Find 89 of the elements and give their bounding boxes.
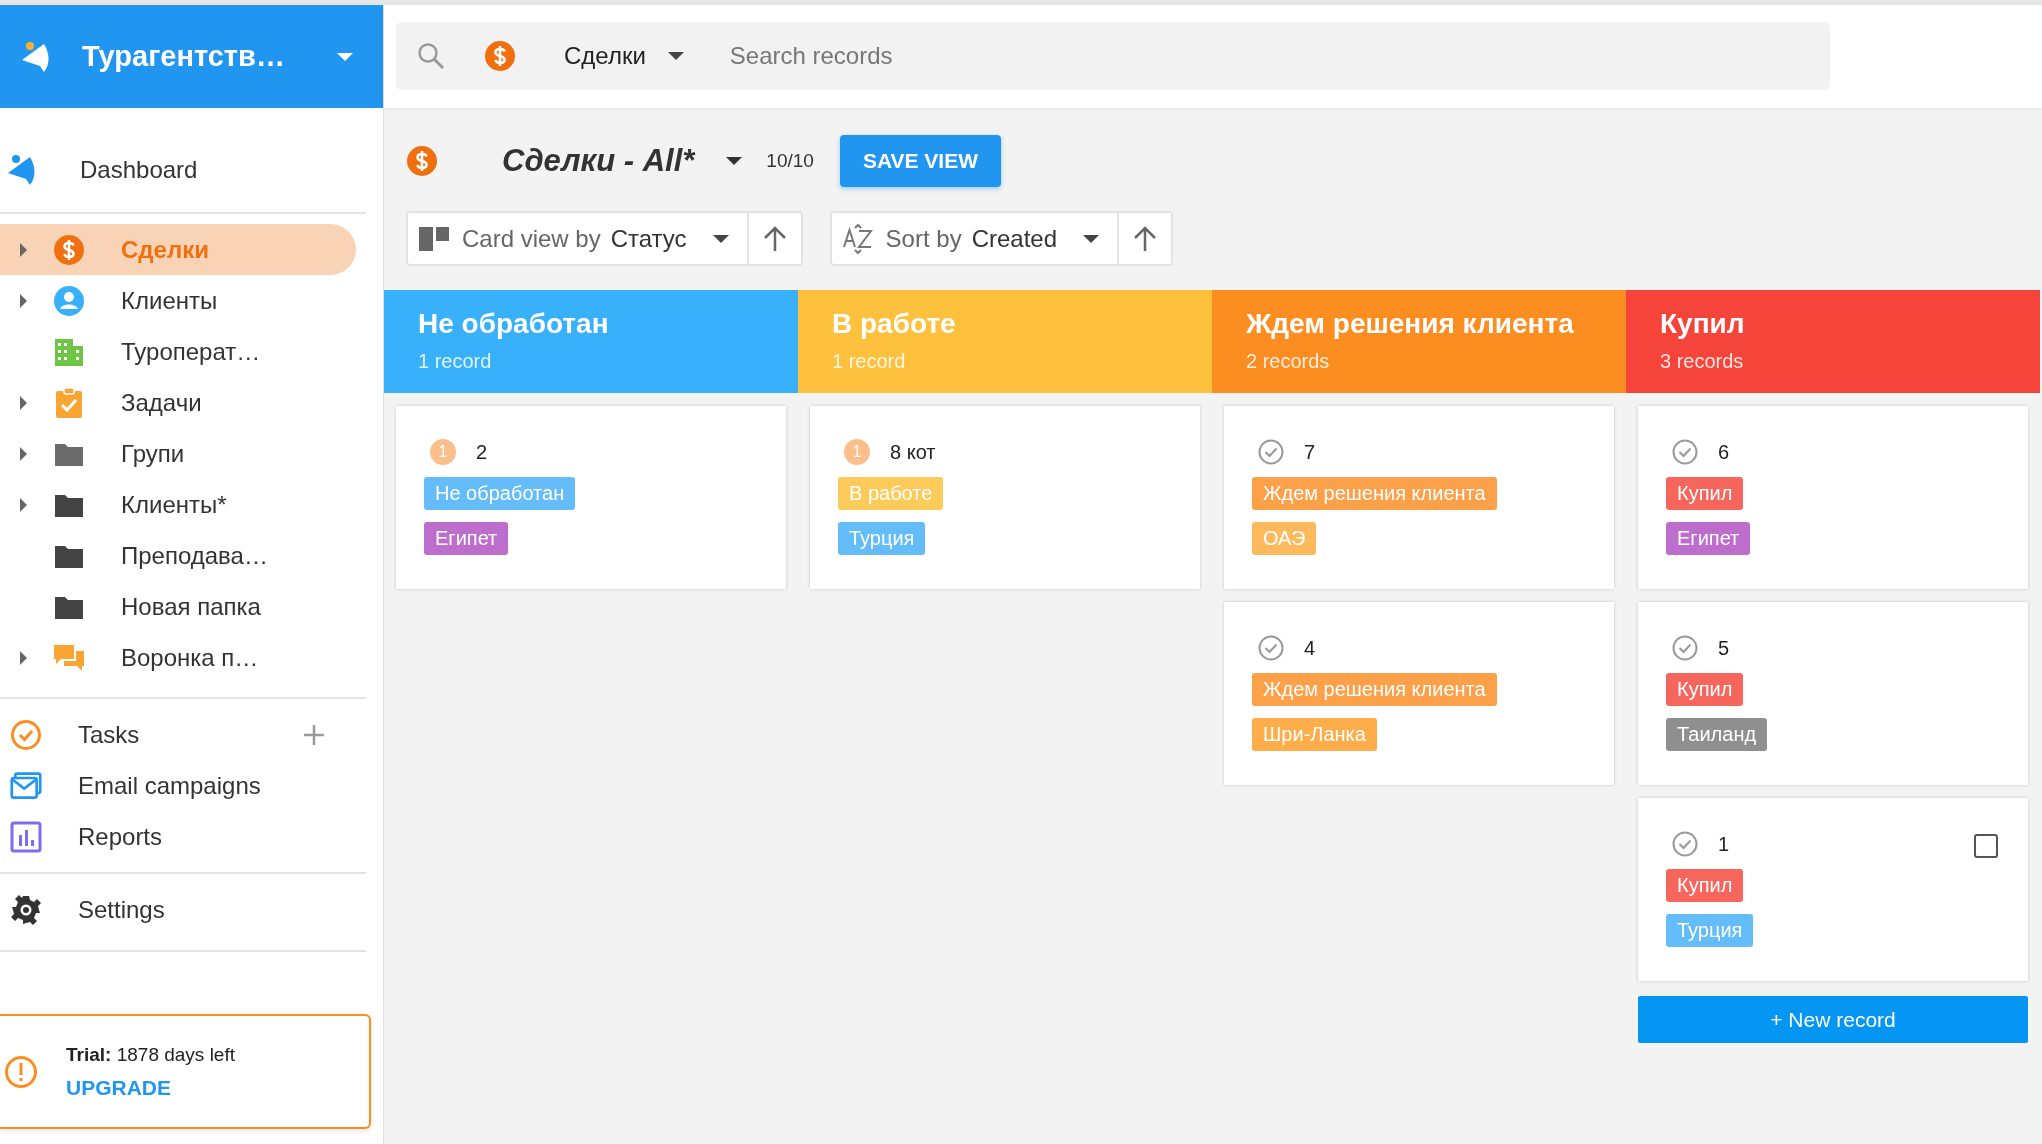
entity-dropdown[interactable]: Сделки xyxy=(484,40,684,72)
check-circle-icon xyxy=(1258,635,1284,661)
workspace-title: Турагентств… xyxy=(82,40,286,73)
record-card[interactable]: 7 Ждем решения клиента ОАЭ xyxy=(1224,406,1614,589)
card-title: 4 xyxy=(1304,636,1316,660)
sidebar-link[interactable]: Tasks xyxy=(78,720,302,749)
up-arrow-icon xyxy=(1132,224,1158,253)
sidebar-item[interactable]: Клиенты* xyxy=(0,479,356,530)
tag: Турция xyxy=(1666,914,1754,947)
card-title: 8 кот xyxy=(890,440,936,464)
tag: Купил xyxy=(1666,477,1744,510)
check-circle-icon xyxy=(10,718,42,751)
check-circle-icon xyxy=(1672,439,1698,465)
tag: Таиланд xyxy=(1666,718,1768,751)
sidebar-item[interactable]: Преподава… xyxy=(0,530,356,581)
check-circle-icon xyxy=(1258,439,1284,465)
priority-badge: 1 xyxy=(844,439,870,465)
tag: Шри-Ланка xyxy=(1252,718,1377,751)
column-title: Не обработан xyxy=(418,308,610,340)
dollar-icon xyxy=(484,40,516,72)
view-title: Сделки - All* xyxy=(502,143,695,179)
sidebar-link[interactable]: Reports xyxy=(78,822,366,851)
sort-icon xyxy=(841,222,874,255)
clipboard-check-icon xyxy=(53,386,85,419)
settings-link[interactable]: Settings xyxy=(78,895,366,924)
caret-icon xyxy=(667,52,684,60)
dashboard-link[interactable]: Dashboard xyxy=(80,156,198,184)
tag: Ждем решения клиента xyxy=(1252,673,1497,706)
expand-arrow-icon[interactable] xyxy=(20,497,27,512)
tag: Египет xyxy=(1666,522,1751,555)
caret-icon[interactable] xyxy=(726,157,743,165)
column-count: 2 records xyxy=(1246,350,1331,373)
tag: Не обработан xyxy=(424,477,576,510)
dollar-icon xyxy=(406,145,438,177)
search-field[interactable]: Сделки Search records xyxy=(396,22,1830,90)
plus-icon[interactable] xyxy=(302,722,326,747)
mail-icon xyxy=(10,769,42,802)
priority-badge: 1 xyxy=(430,439,456,465)
warning-icon xyxy=(4,1054,38,1089)
card-title: 5 xyxy=(1718,636,1730,660)
card-title: 6 xyxy=(1718,440,1730,464)
expand-arrow-icon[interactable] xyxy=(20,395,27,410)
card-title: 7 xyxy=(1304,440,1316,464)
tag: В работе xyxy=(838,477,944,510)
sidebar-item[interactable]: Клиенты xyxy=(0,275,356,326)
caret-icon xyxy=(712,234,729,243)
tag: Турция xyxy=(838,522,926,555)
record-card[interactable]: 1 Купил Турция xyxy=(1638,798,2028,981)
record-card[interactable]: 1 2 Не обработан Египет xyxy=(396,406,786,589)
sidebar-item[interactable]: Новая папка xyxy=(0,581,356,632)
check-circle-icon xyxy=(1672,635,1698,661)
tag: Купил xyxy=(1666,869,1744,902)
column-count: 1 record xyxy=(832,350,907,373)
caret-icon xyxy=(337,52,353,61)
card-view-icon xyxy=(418,224,450,253)
dollar-icon xyxy=(53,233,85,266)
sidebar-item[interactable]: Туроперат… xyxy=(0,326,356,377)
check-circle-icon xyxy=(1672,831,1698,857)
sidebar-link[interactable]: Email campaigns xyxy=(78,771,366,800)
card-title: 1 xyxy=(1718,832,1730,856)
trial-text: Trial: 1878 days left xyxy=(66,1043,235,1066)
bar-chart-icon xyxy=(10,820,42,853)
caret-icon xyxy=(1083,234,1099,243)
person-icon xyxy=(53,284,85,317)
column-title: Ждем решения клиента xyxy=(1246,308,1575,340)
sidebar-item[interactable]: Задачи xyxy=(0,377,356,428)
expand-arrow-icon[interactable] xyxy=(20,446,27,461)
card-title: 2 xyxy=(476,440,488,464)
column-title: Купил xyxy=(1660,308,1746,340)
expand-arrow-icon[interactable] xyxy=(20,242,27,257)
record-count: 10/10 xyxy=(766,150,814,172)
search-icon xyxy=(416,41,446,71)
record-card[interactable]: 5 Купил Таиланд xyxy=(1638,602,2028,785)
tag: Ждем решения клиента xyxy=(1252,477,1497,510)
checkbox[interactable] xyxy=(1974,834,1998,858)
record-card[interactable]: 4 Ждем решения клиента Шри-Ланка xyxy=(1224,602,1614,785)
column-count: 3 records xyxy=(1660,350,1745,373)
sidebar-item[interactable]: Воронка п… xyxy=(0,632,356,683)
record-card[interactable]: 6 Купил Египет xyxy=(1638,406,2028,589)
expand-arrow-icon[interactable] xyxy=(20,293,27,308)
tag: Египет xyxy=(424,522,509,555)
settings-icon xyxy=(10,893,42,926)
column-title: В работе xyxy=(832,308,957,340)
record-card[interactable]: 1 8 кот В работе Турция xyxy=(810,406,1200,589)
tag: Купил xyxy=(1666,673,1744,706)
column-count: 1 record xyxy=(418,350,493,373)
sidebar-item[interactable]: Групи xyxy=(0,428,356,479)
expand-arrow-icon[interactable] xyxy=(20,650,27,665)
tag: ОАЭ xyxy=(1252,522,1317,555)
